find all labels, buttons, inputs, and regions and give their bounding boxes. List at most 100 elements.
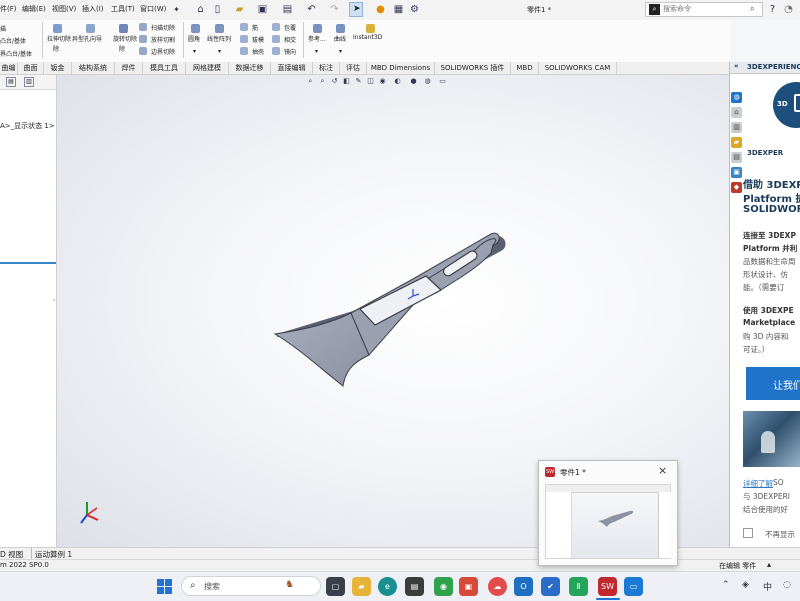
get-started-button[interactable]: 让我们 — [746, 367, 800, 400]
learn-more-link[interactable]: 详细了解 — [743, 478, 773, 489]
gear-icon[interactable]: ⚙ — [408, 3, 421, 16]
save-icon[interactable]: ▣ — [256, 3, 269, 16]
new-document-icon[interactable]: ▯ — [211, 3, 224, 16]
property-manager-tab-icon[interactable]: ▤ — [6, 77, 16, 87]
file-properties-icon[interactable]: ▦ — [392, 3, 405, 16]
boundary-cut-label[interactable]: 边界切除 — [151, 47, 175, 56]
fillet-dropdown-icon[interactable]: ▾ — [193, 48, 196, 55]
task-view-icon[interactable]: ▢ — [326, 577, 345, 596]
linear-pattern-label[interactable]: 线性阵列 — [207, 34, 231, 43]
shell-label[interactable]: 抽壳 — [252, 47, 264, 56]
wechat-icon[interactable]: ◉ — [434, 577, 453, 596]
boss-extrude-label[interactable]: 描 — [0, 24, 6, 33]
open-folder-icon[interactable]: ▰ — [233, 3, 246, 16]
remote-desktop-icon[interactable]: ▭ — [624, 577, 643, 596]
user-icon[interactable]: ◔ — [782, 3, 795, 16]
tab-weldments[interactable]: 焊件 — [115, 62, 143, 74]
tab-markup[interactable]: 标注 — [313, 62, 340, 74]
revolve-cut-label-tail: 除 — [119, 46, 126, 53]
appearances-tab-icon[interactable]: ▣ — [731, 167, 742, 178]
traffic-light-icon[interactable]: ● — [374, 3, 387, 16]
menu-file[interactable]: 件(F) — [0, 4, 17, 14]
boundary-boss-label[interactable]: 界凸台/基体 — [0, 49, 32, 58]
tab-direct-editing[interactable]: 直接编辑 — [271, 62, 313, 74]
menu-tools[interactable]: 工具(T) — [111, 4, 135, 14]
loft-cut-label[interactable]: 放样切割 — [151, 35, 175, 44]
undo-icon[interactable]: ↶ — [305, 3, 318, 16]
tab-solidworks-cam[interactable]: SOLIDWORKS CAM — [539, 62, 617, 74]
tab-data-migration[interactable]: 数据迁移 — [229, 62, 271, 74]
intersect-label[interactable]: 相交 — [284, 35, 296, 44]
reference-dropdown-icon[interactable]: ▾ — [315, 48, 318, 55]
curves-label[interactable]: 曲线 — [334, 34, 346, 43]
outlook-icon[interactable]: O — [514, 577, 533, 596]
help-icon[interactable]: ? — [766, 3, 779, 16]
tab-structure-system[interactable]: 结构系统 — [72, 62, 115, 74]
pin-icon[interactable]: ✦ — [170, 3, 183, 16]
curves-dropdown-icon[interactable]: ▾ — [339, 48, 342, 55]
menu-window[interactable]: 窗口(W) — [140, 4, 166, 14]
menu-view[interactable]: 视图(V) — [52, 4, 76, 14]
revolve-cut-label[interactable]: 旋转切除 — [113, 34, 137, 43]
print-icon[interactable]: ▤ — [281, 3, 294, 16]
design-library-tab-icon[interactable]: ▥ — [731, 122, 742, 133]
resources-tab-icon[interactable]: ⌂ — [731, 107, 742, 118]
pattern-dropdown-icon[interactable]: ▾ — [218, 48, 221, 55]
close-icon[interactable]: × — [658, 464, 667, 477]
taskbar-thumbnail-preview[interactable]: SW 零件1 * × — [538, 460, 678, 566]
search-command-input[interactable] — [663, 5, 753, 13]
reference-geometry-label[interactable]: 参考... — [308, 34, 326, 43]
tab-mbd[interactable]: MBD — [511, 62, 539, 74]
rib-label[interactable]: 筋 — [252, 23, 258, 32]
search-dropdown-icon[interactable]: ⌕ — [750, 4, 754, 14]
tab-evaluate[interactable]: 评估 — [340, 62, 367, 74]
3dexperience-tab-icon[interactable]: ◍ — [731, 92, 742, 103]
status-options-icon[interactable]: ▴ — [767, 560, 771, 569]
tab-solidworks-addins[interactable]: SOLIDWORKS 插件 — [435, 62, 511, 74]
system-tray-icon[interactable]: ◈ — [742, 580, 749, 590]
windows-start-icon[interactable] — [157, 579, 172, 594]
tab-mbd-dimensions[interactable]: MBD Dimensions — [367, 62, 435, 74]
edge-browser-icon[interactable]: e — [378, 577, 397, 596]
draft-label[interactable]: 拔模 — [252, 35, 264, 44]
check-app-icon[interactable]: ✔ — [541, 577, 560, 596]
app-red-icon[interactable]: ▣ — [459, 577, 478, 596]
swept-cut-label[interactable]: 扫描切除 — [151, 23, 175, 32]
cloud-app-icon[interactable]: ☁ — [488, 577, 507, 596]
panel-splitter[interactable] — [0, 262, 56, 264]
select-tool-button[interactable]: ➤ — [349, 2, 363, 17]
solidworks-taskbar-icon[interactable]: SW — [598, 577, 617, 596]
collapse-pane-icon[interactable]: « — [734, 62, 739, 70]
custom-properties-tab-icon[interactable]: ◆ — [731, 182, 742, 193]
hole-wizard-label[interactable]: 异型孔向导 — [72, 34, 102, 43]
redo-icon[interactable]: ↷ — [328, 3, 341, 16]
dont-show-again-checkbox[interactable] — [743, 528, 753, 538]
search-command-box[interactable]: ⌕ ⌕ — [645, 2, 763, 17]
menu-insert[interactable]: 插入(I) — [82, 4, 104, 14]
home-icon[interactable]: ⌂ — [194, 3, 207, 16]
network-icon[interactable]: ◌ — [783, 580, 791, 590]
sweep-boss-label[interactable]: 凸台/基体 — [0, 36, 26, 45]
file-explorer-tab-icon[interactable]: ▰ — [731, 137, 742, 148]
tree-display-state-item[interactable]: A>_显示状态 1> — [0, 121, 55, 131]
collapse-panel-icon[interactable]: ‹ — [53, 297, 55, 304]
configuration-manager-tab-icon[interactable]: ▥ — [24, 77, 34, 87]
green-app-icon[interactable]: Ⅱ — [569, 577, 588, 596]
tab-mesh-modeling[interactable]: 网格建模 — [186, 62, 229, 74]
tab-sketch[interactable]: 曲编 — [0, 62, 18, 74]
tab-mold-tools[interactable]: 模具工具 — [143, 62, 186, 74]
fillet-label[interactable]: 圆角 — [188, 34, 200, 43]
file-explorer-icon[interactable]: ▰ — [352, 577, 371, 596]
menu-edit[interactable]: 编辑(E) — [22, 4, 46, 14]
mirror-label[interactable]: 镜向 — [284, 47, 296, 56]
input-method-indicator[interactable]: 中 — [763, 580, 772, 593]
tab-sheet-metal[interactable]: 钣金 — [44, 62, 72, 74]
store-icon[interactable]: ▤ — [405, 577, 424, 596]
wrap-label[interactable]: 包覆 — [284, 23, 296, 32]
show-hidden-icons[interactable]: ⌃ — [722, 580, 730, 590]
instant3d-label[interactable]: Instant3D — [353, 34, 382, 41]
extrude-cut-label[interactable]: 拉伸切除 — [47, 34, 71, 43]
taskbar-search-box[interactable]: ⌕ 搜索 ♞ — [181, 576, 321, 596]
view-palette-tab-icon[interactable]: ▤ — [731, 152, 742, 163]
tab-surfaces[interactable]: 曲面 — [18, 62, 44, 74]
